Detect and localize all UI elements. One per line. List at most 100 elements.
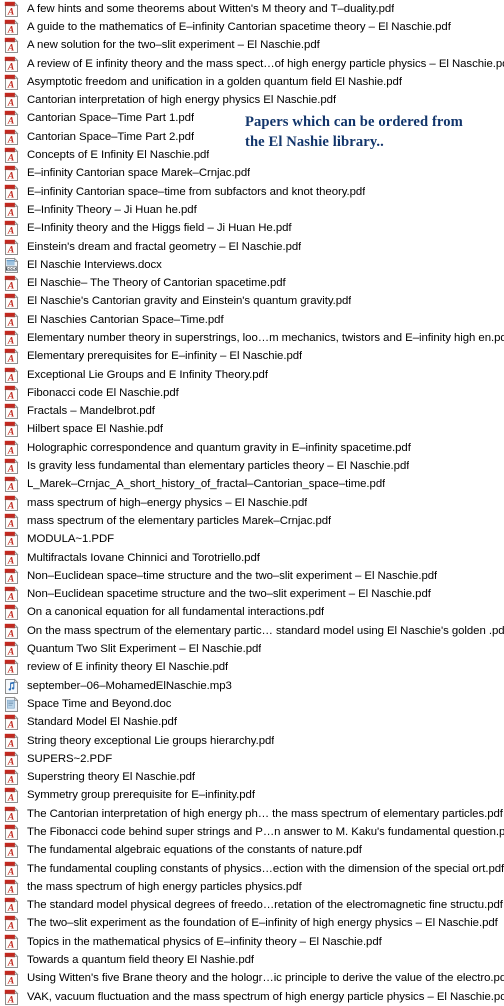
- file-name-label: Asymptotic freedom and unification in a …: [27, 75, 402, 88]
- file-row[interactable]: A E–Infinity Theory – Ji Huan he.pdf: [0, 201, 504, 219]
- file-row[interactable]: A Non–Euclidean space–time structure and …: [0, 567, 504, 585]
- file-row[interactable]: A Non–Euclidean spacetime structure and t…: [0, 586, 504, 604]
- file-name-label: A review of E infinity theory and the ma…: [27, 57, 504, 70]
- file-name-label: On the mass spectrum of the elementary p…: [27, 624, 504, 637]
- file-name-label: Cantorian Space–Time Part 1.pdf: [27, 112, 195, 125]
- file-row[interactable]: A A guide to the mathematics of E–infinit…: [0, 18, 504, 36]
- svg-text:A: A: [7, 648, 14, 658]
- file-row[interactable]: A Fibonacci code El Naschie.pdf: [0, 384, 504, 402]
- file-row[interactable]: september–06–MohamedElNaschie.mp3: [0, 677, 504, 695]
- svg-text:A: A: [7, 428, 14, 438]
- file-row[interactable]: A Using Witten's five Brane theory and th…: [0, 970, 504, 988]
- svg-text:A: A: [7, 227, 14, 237]
- pdf-file-icon: A: [4, 110, 19, 127]
- file-row[interactable]: A E–infinity Cantorian space Marek–Crnjac…: [0, 165, 504, 183]
- file-row[interactable]: A SUPERS~2.PDF: [0, 750, 504, 768]
- file-name-label: El Naschie Interviews.docx: [27, 258, 162, 271]
- svg-text:A: A: [7, 117, 14, 127]
- pdf-file-icon: A: [4, 202, 19, 219]
- file-row[interactable]: DOCX El Naschie Interviews.docx: [0, 256, 504, 274]
- svg-text:A: A: [7, 593, 14, 603]
- pdf-file-icon: A: [4, 568, 19, 585]
- svg-text:A: A: [7, 922, 14, 932]
- mp3-audio-file-icon: [4, 678, 19, 695]
- file-name-label: Standard Model El Nashie.pdf: [27, 716, 177, 729]
- file-row[interactable]: A The fundamental algebraic equations of …: [0, 842, 504, 860]
- file-row[interactable]: Areview of E infinity theory El Naschie.…: [0, 659, 504, 677]
- svg-text:A: A: [7, 26, 14, 36]
- file-name-label: A guide to the mathematics of E–infinity…: [27, 20, 451, 33]
- svg-text:A: A: [7, 904, 14, 914]
- file-name-label: the mass spectrum of high energy particl…: [27, 880, 302, 893]
- file-row[interactable]: A Multifractals Iovane Chinnici and Torot…: [0, 549, 504, 567]
- file-row[interactable]: A Superstring theory El Naschie.pdf: [0, 768, 504, 786]
- file-row[interactable]: A A new solution for the two–slit experim…: [0, 37, 504, 55]
- file-row[interactable]: A Cantorian interpretation of high energy…: [0, 91, 504, 109]
- pdf-file-icon: A: [4, 440, 19, 457]
- file-row[interactable]: A El Naschie's Cantorian gravity and Eins…: [0, 293, 504, 311]
- file-row[interactable]: Athe mass spectrum of high energy partic…: [0, 878, 504, 896]
- file-row[interactable]: A Topics in the mathematical physics of E…: [0, 933, 504, 951]
- file-row[interactable]: A On the mass spectrum of the elementary …: [0, 622, 504, 640]
- file-row[interactable]: A Symmetry group prerequisite for E–infin…: [0, 787, 504, 805]
- pdf-file-icon: A: [4, 513, 19, 530]
- file-row[interactable]: A Standard Model El Nashie.pdf: [0, 714, 504, 732]
- file-row[interactable]: A Hilbert space El Nashie.pdf: [0, 421, 504, 439]
- file-row[interactable]: A VAK, vacuum fluctuation and the mass sp…: [0, 988, 504, 1006]
- file-row[interactable]: A Elementary prerequisites for E–infinity…: [0, 348, 504, 366]
- file-row[interactable]: A Asymptotic freedom and unification in a…: [0, 73, 504, 91]
- svg-text:A: A: [7, 190, 14, 200]
- file-row[interactable]: A Holographic correspondence and quantum …: [0, 439, 504, 457]
- pdf-file-icon: A: [4, 787, 19, 804]
- file-row[interactable]: A E–infinity Cantorian space–time from su…: [0, 183, 504, 201]
- pdf-file-icon: A: [4, 934, 19, 951]
- svg-text:A: A: [7, 245, 14, 255]
- file-row[interactable]: A The two–slit experiment as the foundati…: [0, 915, 504, 933]
- file-row[interactable]: A El Naschie– The Theory of Cantorian spa…: [0, 274, 504, 292]
- file-name-label: mass spectrum of high–energy physics – E…: [27, 496, 308, 509]
- svg-text:A: A: [7, 282, 14, 292]
- file-row[interactable]: Space Time and Beyond.doc: [0, 695, 504, 713]
- file-row[interactable]: A A few hints and some theorems about Wit…: [0, 0, 504, 18]
- pdf-file-icon: A: [4, 92, 19, 109]
- file-row[interactable]: A El Naschies Cantorian Space–Time.pdf: [0, 311, 504, 329]
- file-row[interactable]: A Is gravity less fundamental than elemen…: [0, 457, 504, 475]
- file-name-label: E–Infinity theory and the Higgs field – …: [27, 222, 292, 235]
- file-row[interactable]: A The Cantorian interpretation of high en…: [0, 805, 504, 823]
- file-row[interactable]: A The fundamental coupling constants of p…: [0, 860, 504, 878]
- file-row[interactable]: A Quantum Two Slit Experiment – El Naschi…: [0, 640, 504, 658]
- file-row[interactable]: A Towards a quantum field theory El Nashi…: [0, 951, 504, 969]
- svg-text:A: A: [7, 849, 14, 859]
- svg-text:A: A: [7, 172, 14, 182]
- svg-text:A: A: [7, 757, 14, 767]
- file-name-label: The Fibonacci code behind super strings …: [27, 826, 504, 838]
- file-row[interactable]: A Einstein's dream and fractal geometry –…: [0, 238, 504, 256]
- file-row[interactable]: A Fractals – Mandelbrot.pdf: [0, 403, 504, 421]
- file-row[interactable]: A The Fibonacci code behind super strings…: [0, 823, 504, 841]
- file-name-label: SUPERS~2.PDF: [27, 752, 113, 765]
- pdf-file-icon: A: [4, 659, 19, 676]
- file-row[interactable]: Amass spectrum of the elementary particl…: [0, 512, 504, 530]
- svg-text:A: A: [7, 574, 14, 584]
- file-row[interactable]: A Elementary number theory in superstring…: [0, 329, 504, 347]
- file-row[interactable]: A A review of E infinity theory and the m…: [0, 55, 504, 73]
- pdf-file-icon: A: [4, 385, 19, 402]
- file-row[interactable]: A String theory exceptional Lie groups hi…: [0, 732, 504, 750]
- file-row[interactable]: Amass spectrum of high–energy physics – …: [0, 494, 504, 512]
- file-row[interactable]: A Exceptional Lie Groups and E Infinity T…: [0, 366, 504, 384]
- pdf-file-icon: A: [4, 897, 19, 914]
- file-name-label: Fractals – Mandelbrot.pdf: [27, 405, 155, 418]
- svg-text:A: A: [7, 556, 14, 566]
- svg-text:A: A: [7, 410, 14, 420]
- file-name-label: Concepts of E Infinity El Naschie.pdf: [27, 149, 210, 162]
- file-row[interactable]: A On a canonical equation for all fundame…: [0, 604, 504, 622]
- file-row[interactable]: A MODULA~1.PDF: [0, 531, 504, 549]
- file-row[interactable]: A E–Infinity theory and the Higgs field –…: [0, 220, 504, 238]
- file-row[interactable]: A The standard model physical degrees of …: [0, 897, 504, 915]
- pdf-file-icon: A: [4, 74, 19, 91]
- file-name-label: Exceptional Lie Groups and E Infinity Th…: [27, 368, 268, 381]
- file-name-label: Towards a quantum field theory El Nashie…: [27, 954, 255, 967]
- svg-text:A: A: [7, 446, 14, 456]
- file-name-label: L_Marek–Crnjac_A_short_history_of_fracta…: [27, 478, 386, 491]
- file-row[interactable]: A L_Marek–Crnjac_A_short_history_of_fract…: [0, 476, 504, 494]
